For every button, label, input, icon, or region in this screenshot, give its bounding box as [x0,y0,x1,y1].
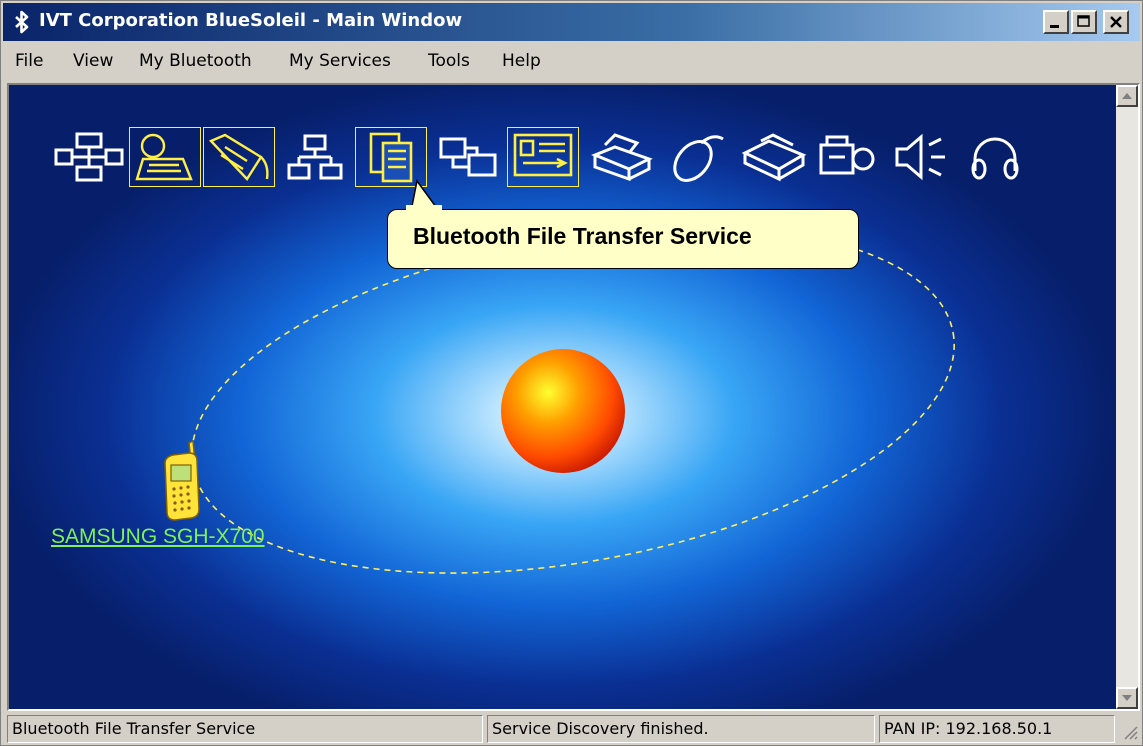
window-title: IVT Corporation BlueSoleil - Main Window [39,10,463,31]
printer-icon[interactable] [589,131,653,183]
file-transfer-icon[interactable] [363,131,421,183]
menu-my-bluetooth[interactable]: My Bluetooth [139,51,252,71]
up-arrow-icon [1122,93,1132,99]
audio-icon[interactable] [893,131,949,183]
tooltip-pointer-fill [406,205,442,215]
resize-grip-icon[interactable] [1121,723,1139,741]
minimize-icon [1050,25,1059,28]
status-bar: Bluetooth File Transfer Service Service … [3,713,1140,745]
maximize-button[interactable] [1071,10,1097,34]
fax-icon[interactable] [741,131,807,183]
business-card-icon[interactable] [511,131,575,183]
menu-my-services[interactable]: My Services [289,51,391,71]
scroll-up-button[interactable] [1116,85,1138,107]
network-access-icon[interactable] [53,131,125,183]
close-icon [1110,16,1122,28]
title-bar[interactable]: IVT Corporation BlueSoleil - Main Window [3,3,1140,41]
minimize-button[interactable] [1043,10,1069,34]
bluetooth-icon [15,10,29,34]
tooltip-text: Bluetooth File Transfer Service [413,223,752,249]
menu-help[interactable]: Help [502,51,541,71]
vertical-scrollbar[interactable] [1116,85,1138,709]
headset-icon[interactable] [967,131,1023,183]
main-window: IVT Corporation BlueSoleil - Main Window… [0,0,1143,746]
device-label[interactable]: SAMSUNG SGH-X700 [51,525,265,549]
status-message: Service Discovery finished. [487,715,875,743]
menu-bar: File View My Bluetooth My Services Tools… [3,43,1140,79]
down-arrow-icon [1122,695,1132,701]
menu-view[interactable]: View [73,51,113,71]
status-service: Bluetooth File Transfer Service [7,715,483,743]
scroll-down-button[interactable] [1116,687,1138,709]
menu-tools[interactable]: Tools [428,51,470,71]
status-pan-ip: PAN IP: 192.168.50.1 [879,715,1115,743]
bluetooth-space[interactable]: Bluetooth File Transfer Service SAMSUNG … [9,85,1116,709]
local-device-orb [501,349,625,473]
camera-icon[interactable] [817,131,879,183]
main-view: Bluetooth File Transfer Service SAMSUNG … [7,83,1140,711]
serial-port-icon[interactable] [207,131,271,183]
dial-up-networking-icon[interactable] [133,131,197,183]
close-button[interactable] [1103,10,1129,34]
menu-file[interactable]: File [15,51,43,71]
synchronization-icon[interactable] [437,131,499,183]
maximize-icon [1077,15,1090,27]
personal-area-network-icon[interactable] [285,131,345,183]
mouse-icon[interactable] [665,131,727,183]
mobile-phone-icon[interactable] [157,439,203,521]
